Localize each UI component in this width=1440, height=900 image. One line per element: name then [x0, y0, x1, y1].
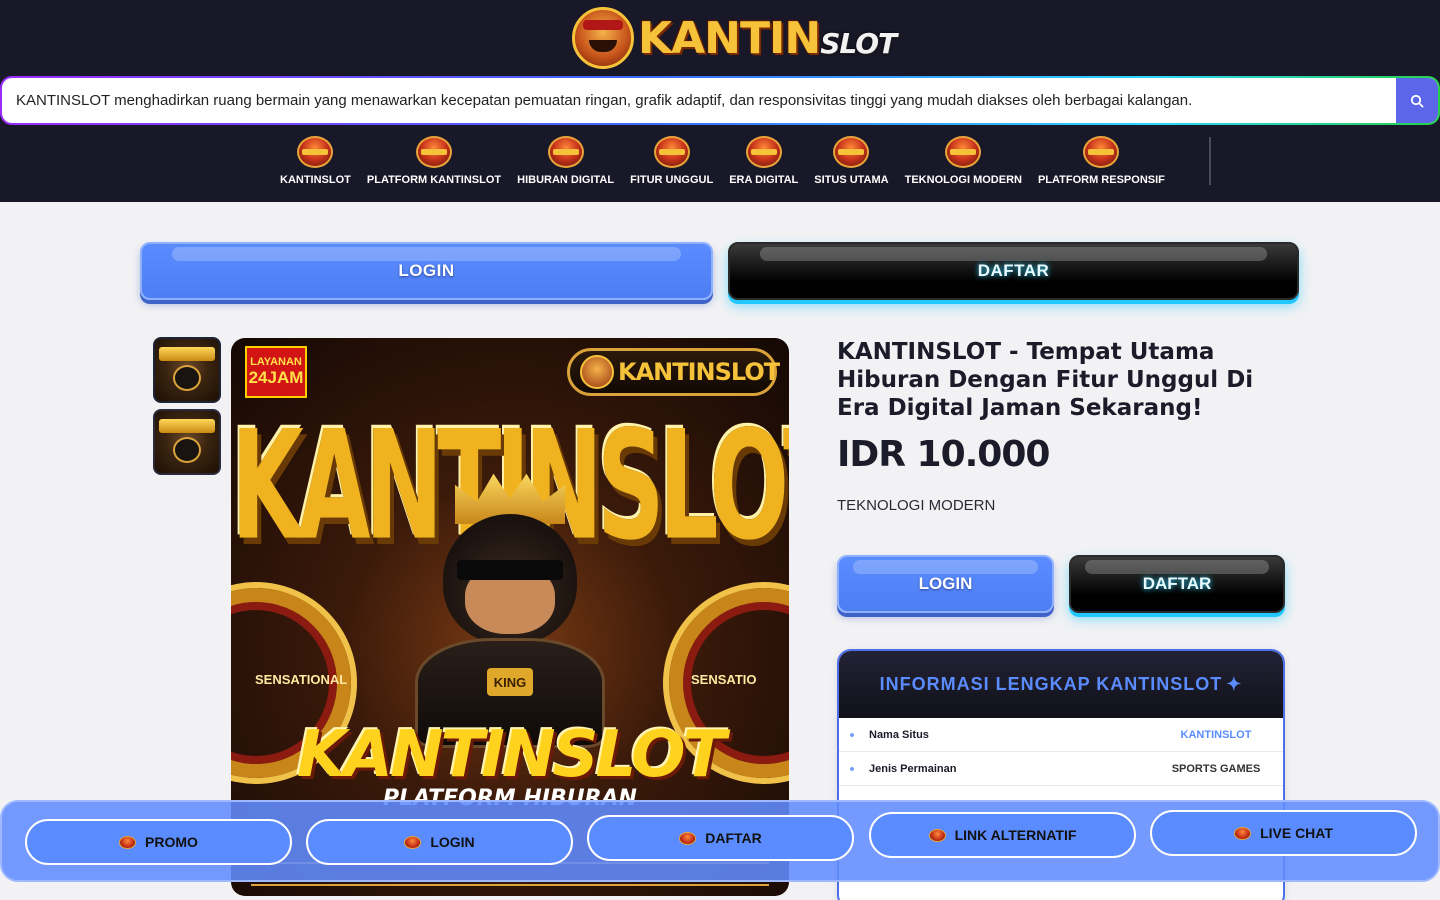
button-gloss: [172, 247, 681, 261]
nav-item-fitur-unggul[interactable]: FITUR UNGGUL: [622, 136, 721, 196]
promo-button-label: PROMO: [145, 834, 198, 850]
button-gloss: [1085, 560, 1269, 574]
daftar-bottom-button[interactable]: DAFTAR: [587, 815, 854, 861]
kantinslot-badge-icon: [119, 835, 137, 849]
nav-item-situs-utama[interactable]: SITUS UTAMA: [806, 136, 896, 196]
site-logo[interactable]: KANTINSLOT: [572, 5, 897, 71]
search-bar: [0, 76, 1440, 125]
kantinslot-badge-icon: [1083, 136, 1120, 168]
product-title: KANTINSLOT - Tempat Utama Hiburan Dengan…: [837, 339, 1254, 421]
kantinslot-badge-icon: [404, 835, 422, 849]
live-chat-button[interactable]: LIVE CHAT: [1150, 810, 1417, 856]
nav-item-label: KANTINSLOT: [280, 174, 351, 186]
nav-item-kantinslot[interactable]: KANTINSLOT: [272, 136, 359, 196]
bullet-icon: [850, 733, 854, 737]
login-button-top[interactable]: LOGIN: [140, 242, 713, 300]
kantinslot-badge-icon: [928, 828, 946, 842]
kantinslot-badge-icon: [653, 136, 690, 168]
nav-item-label: FITUR UNGGUL: [630, 174, 714, 186]
daftar-button-top[interactable]: DAFTAR: [728, 242, 1299, 300]
info-row-value: SPORTS GAMES: [1171, 762, 1261, 775]
info-card-title: INFORMASI LENGKAP KANTINSLOT: [879, 674, 1223, 694]
nav-item-label: SITUS UTAMA: [814, 174, 889, 186]
kantinslot-badge-icon: [547, 136, 584, 168]
nav-item-label: ERA DIGITAL: [729, 174, 799, 186]
nav-item-label: PLATFORM KANTINSLOT: [366, 174, 502, 186]
king-chain: KING: [487, 668, 533, 696]
logo-mascot-icon: [580, 355, 614, 389]
product-tagline: TEKNOLOGI MODERN: [837, 497, 996, 514]
daftar-bottom-button-label: DAFTAR: [705, 830, 762, 846]
info-card-header: INFORMASI LENGKAP KANTINSLOT ✦: [839, 651, 1283, 718]
button-gloss: [853, 560, 1038, 574]
search-inner: [2, 78, 1438, 123]
login-button-label: LOGIN: [398, 261, 455, 280]
login-bottom-button[interactable]: LOGIN: [306, 819, 573, 865]
ring-left-text: SENSATIONAL: [255, 672, 348, 687]
kantinslot-badge-icon: [745, 136, 782, 168]
nav-item-hiburan-digital[interactable]: HIBURAN DIGITAL: [509, 136, 622, 196]
nav-item-label: PLATFORM RESPONSIF: [1037, 174, 1165, 186]
thumbnail-title-art: [159, 347, 215, 361]
link-alternatif-button-label: LINK ALTERNATIF: [954, 827, 1077, 843]
logo-text-main: KANTIN: [638, 12, 821, 64]
kantinslot-badge-icon: [945, 136, 982, 168]
bottom-action-bar: PROMO LOGIN DAFTAR LINK ALTERNATIF LIVE …: [0, 800, 1440, 882]
info-row-key: Jenis Permainan: [869, 762, 957, 775]
live-chat-button-label: LIVE CHAT: [1260, 825, 1333, 841]
button-gloss: [760, 247, 1267, 261]
logo-text-small: SLOT: [820, 26, 897, 60]
image-bottom-title: KANTINSLOT: [296, 718, 726, 792]
ring-right-text: SENSATIO: [691, 672, 757, 687]
nav-item-era-digital[interactable]: ERA DIGITAL: [721, 136, 806, 196]
nav-item-platform-responsif[interactable]: PLATFORM RESPONSIF: [1030, 136, 1173, 196]
image-logo-text: KANTINSLOT: [618, 358, 780, 386]
image-logo: KANTINSLOT: [567, 348, 780, 396]
info-row-key: Nama Situs: [869, 728, 929, 741]
daftar-button-label: DAFTAR: [977, 261, 1050, 280]
gallery-thumbnail-2[interactable]: [153, 409, 221, 475]
gallery-thumbnail-1[interactable]: [153, 337, 221, 403]
sparkle-icon: ✦: [1226, 674, 1243, 694]
daftar-button-label: DAFTAR: [1142, 574, 1212, 593]
sunglasses-icon: [457, 560, 563, 580]
kantinslot-badge-icon: [416, 136, 452, 168]
site-header: KANTINSLOT KANTINSLOT PLATFORM KANTINSLO…: [0, 0, 1440, 202]
kantinslot-badge-icon: [297, 136, 334, 168]
king-monkey-mascot: KING: [405, 468, 615, 748]
search-button[interactable]: [1396, 78, 1438, 123]
nav-item-platform-kantinslot[interactable]: PLATFORM KANTINSLOT: [359, 136, 509, 196]
info-row-value: KANTINSLOT: [1180, 728, 1252, 741]
badge-line-2: 24JAM: [248, 367, 304, 387]
login-button-label: LOGIN: [918, 574, 973, 593]
kantinslot-badge-icon: [679, 831, 697, 845]
nav-item-teknologi-modern[interactable]: TEKNOLOGI MODERN: [897, 136, 1030, 196]
product-price: IDR 10.000: [837, 434, 1050, 475]
promo-button[interactable]: PROMO: [25, 819, 292, 865]
bullet-icon: [850, 767, 854, 771]
search-input[interactable]: [2, 78, 1396, 123]
thumbnail-title-art: [159, 419, 215, 433]
info-row: Jenis Permainan SPORTS GAMES: [839, 752, 1283, 786]
service-24h-badge: LAYANAN 24JAM: [245, 346, 307, 398]
thumbnail-mascot-art: [173, 437, 201, 463]
nav-divider: [1209, 137, 1211, 185]
info-row: Nama Situs KANTINSLOT: [839, 718, 1283, 752]
login-bottom-button-label: LOGIN: [430, 834, 475, 850]
search-icon: [1410, 94, 1424, 108]
kantinslot-badge-icon: [833, 136, 870, 168]
daftar-button[interactable]: DAFTAR: [1069, 555, 1285, 613]
logo-mascot-icon: [572, 7, 634, 69]
nav-item-label: TEKNOLOGI MODERN: [904, 174, 1022, 186]
kantinslot-badge-icon: [1234, 826, 1252, 840]
thumbnail-mascot-art: [173, 365, 201, 391]
nav-item-label: HIBURAN DIGITAL: [517, 174, 615, 186]
login-button[interactable]: LOGIN: [837, 555, 1054, 613]
logo-text: KANTINSLOT: [638, 12, 897, 64]
main-nav: KANTINSLOT PLATFORM KANTINSLOT HIBURAN D…: [272, 136, 1173, 196]
link-alternatif-button[interactable]: LINK ALTERNATIF: [869, 812, 1136, 858]
